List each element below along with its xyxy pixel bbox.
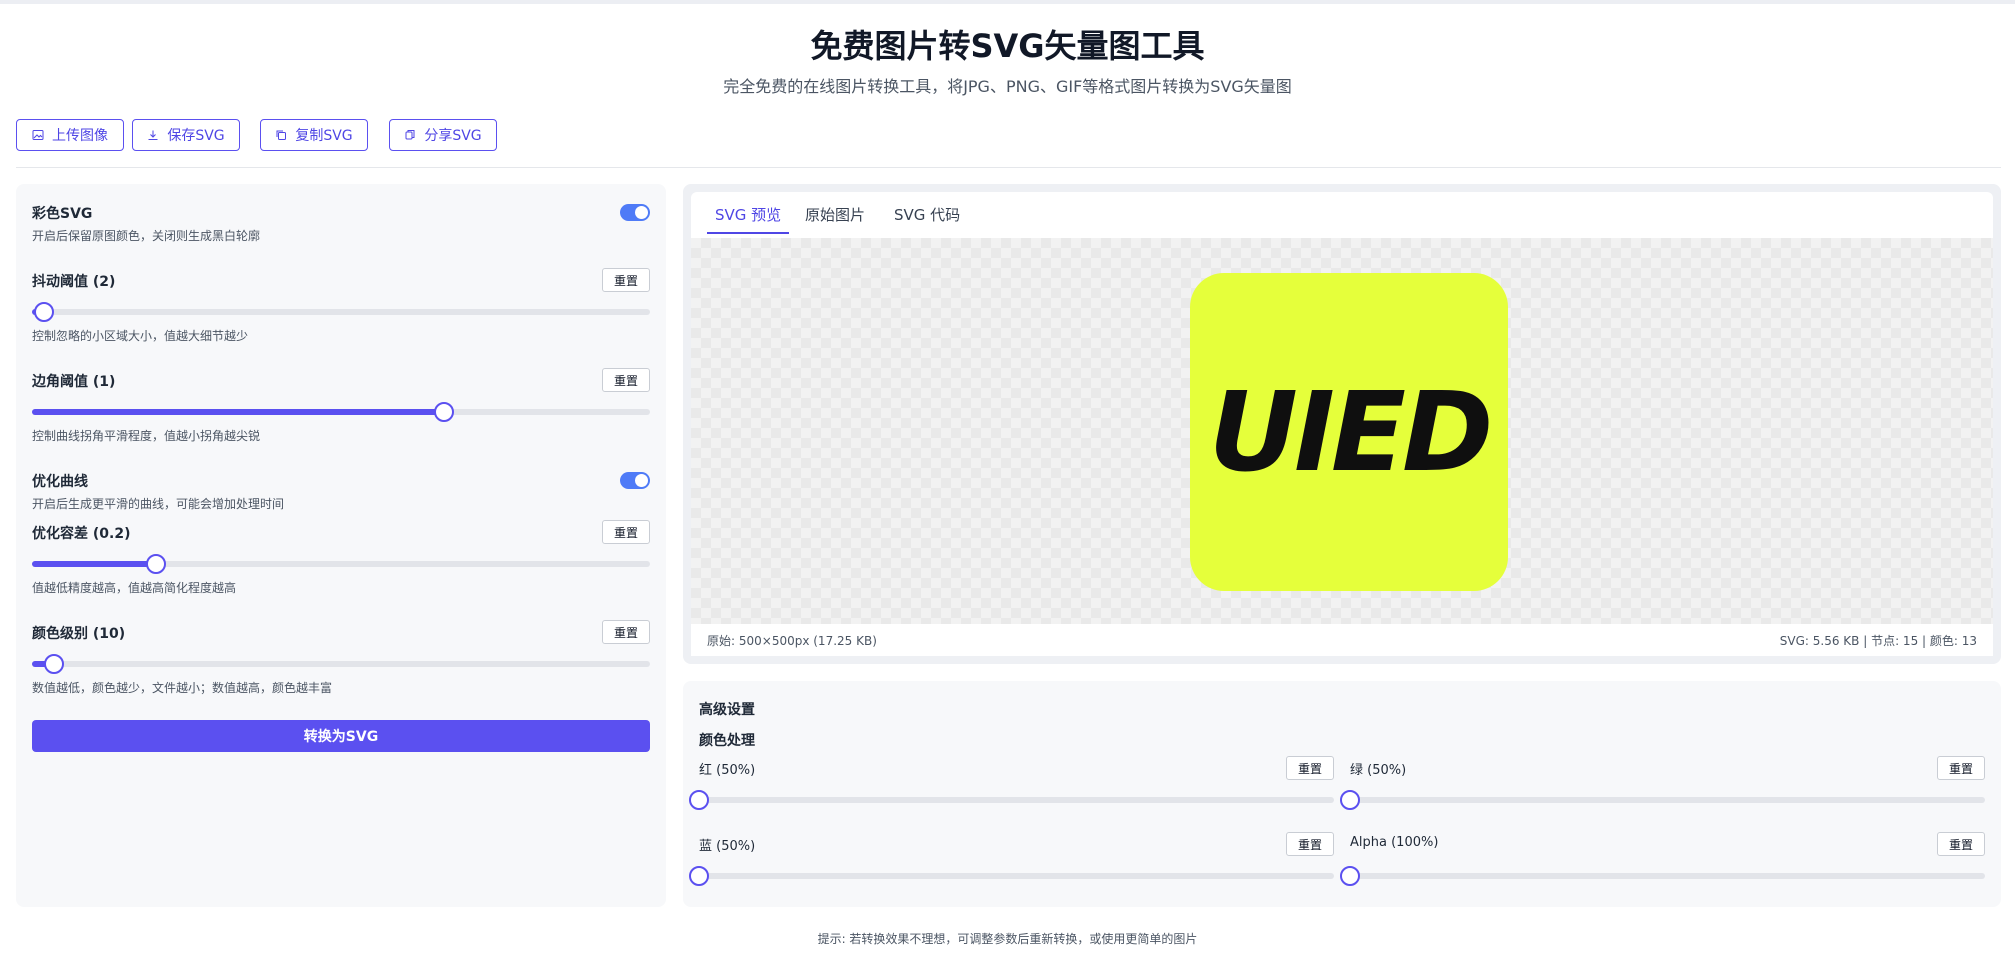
- upload-image-label: 上传图像: [52, 128, 108, 144]
- preview-tabs: SVG 预览 原始图片 SVG 代码: [691, 192, 1993, 238]
- tolerance-reset-button[interactable]: 重置: [602, 520, 650, 544]
- corner-threshold-label: 边角阈值 (1): [32, 374, 116, 390]
- slider-thumb[interactable]: [1340, 866, 1360, 886]
- alpha-label: Alpha (100%): [1350, 835, 1439, 850]
- color-processing-title: 颜色处理: [699, 733, 755, 749]
- tab-original-image[interactable]: 原始图片: [805, 204, 865, 234]
- download-icon: [148, 130, 158, 140]
- green-slider[interactable]: [1340, 790, 1985, 810]
- alpha-reset-button[interactable]: 重置: [1937, 832, 1985, 856]
- optimize-curve-label: 优化曲线: [32, 474, 88, 490]
- copy-svg-label: 复制SVG: [295, 128, 353, 144]
- jitter-threshold-slider[interactable]: [32, 302, 650, 322]
- tab-svg-preview[interactable]: SVG 预览: [707, 204, 790, 234]
- original-info: 原始: 500×500px (17.25 KB): [707, 634, 877, 648]
- jitter-threshold-label: 抖动阈值 (2): [32, 274, 116, 290]
- svg-info: SVG: 5.56 KB | 节点: 15 | 颜色: 13: [1779, 634, 1977, 648]
- slider-fill: [32, 409, 445, 415]
- optimize-curve-desc: 开启后生成更平滑的曲线，可能会增加处理时间: [32, 497, 285, 511]
- slider-thumb[interactable]: [689, 866, 709, 886]
- settings-panel: 彩色SVG 开启后保留原图颜色，关闭则生成黑白轮廓 抖动阈值 (2) 重置 控制…: [16, 184, 666, 907]
- slider-thumb[interactable]: [689, 790, 709, 810]
- color-svg-desc: 开启后保留原图颜色，关闭则生成黑白轮廓: [32, 229, 261, 243]
- page-subtitle: 完全免费的在线图片转换工具，将JPG、PNG、GIF等格式图片转换为SVG矢量图: [723, 77, 1292, 96]
- corner-threshold-desc: 控制曲线拐角平滑程度，值越小拐角越尖锐: [32, 429, 261, 443]
- toolbar-divider: [16, 167, 2001, 168]
- tolerance-desc: 值越低精度越高，值越高简化程度越高: [32, 581, 237, 595]
- color-svg-toggle[interactable]: [620, 204, 650, 221]
- page-title: 免费图片转SVG矢量图工具: [810, 27, 1205, 65]
- preview-panel: SVG 预览 原始图片 SVG 代码 UIED 原始: 500×500px (1…: [683, 184, 2001, 664]
- advanced-settings-title: 高级设置: [699, 702, 755, 718]
- blue-reset-button[interactable]: 重置: [1286, 832, 1334, 856]
- optimize-curve-toggle[interactable]: [620, 472, 650, 489]
- save-svg-label: 保存SVG: [167, 128, 225, 144]
- slider-thumb[interactable]: [1340, 790, 1360, 810]
- advanced-settings-panel: 高级设置 颜色处理 红 (50%) 重置 绿 (50%) 重置 蓝 (50%) …: [683, 681, 2001, 907]
- share-icon: [405, 130, 415, 140]
- red-reset-button[interactable]: 重置: [1286, 756, 1334, 780]
- slider-thumb[interactable]: [434, 402, 455, 422]
- upload-image-button[interactable]: 上传图像: [16, 119, 124, 151]
- preview-status-bar: 原始: 500×500px (17.25 KB) SVG: 5.56 KB | …: [691, 624, 1993, 656]
- color-levels-desc: 数值越低，颜色越少，文件越小；数值越高，颜色越丰富: [32, 681, 333, 695]
- red-slider[interactable]: [689, 790, 1334, 810]
- slider-thumb[interactable]: [145, 554, 166, 574]
- copy-svg-button[interactable]: 复制SVG: [260, 119, 368, 151]
- save-svg-button[interactable]: 保存SVG: [132, 119, 240, 151]
- tolerance-slider[interactable]: [32, 554, 650, 574]
- color-levels-reset-button[interactable]: 重置: [602, 620, 650, 644]
- svg-preview-canvas: UIED: [691, 238, 1993, 624]
- slider-thumb[interactable]: [43, 654, 64, 674]
- alpha-slider[interactable]: [1340, 866, 1985, 886]
- corner-threshold-slider[interactable]: [32, 402, 650, 422]
- color-levels-label: 颜色级别 (10): [32, 626, 126, 642]
- top-border: [0, 0, 2015, 4]
- color-levels-slider[interactable]: [32, 654, 650, 674]
- green-reset-button[interactable]: 重置: [1937, 756, 1985, 780]
- svg-preview-image: UIED: [1190, 273, 1508, 591]
- green-label: 绿 (50%): [1350, 763, 1407, 778]
- color-svg-label: 彩色SVG: [32, 206, 93, 222]
- jitter-threshold-desc: 控制忽略的小区域大小，值越大细节越少: [32, 329, 249, 343]
- logo-text: UIED: [1208, 368, 1494, 496]
- blue-slider[interactable]: [689, 866, 1334, 886]
- red-label: 红 (50%): [699, 763, 756, 778]
- tab-svg-code[interactable]: SVG 代码: [894, 204, 960, 234]
- image-icon: [32, 130, 44, 140]
- hint-text: 提示: 若转换效果不理想，可调整参数后重新转换，或使用更简单的图片: [817, 932, 1198, 946]
- slider-fill: [32, 561, 156, 567]
- share-svg-label: 分享SVG: [424, 128, 482, 144]
- corner-reset-button[interactable]: 重置: [602, 368, 650, 392]
- page-header: 免费图片转SVG矢量图工具 完全免费的在线图片转换工具，将JPG、PNG、GIF…: [0, 24, 2015, 98]
- convert-to-svg-button[interactable]: 转换为SVG: [32, 720, 650, 752]
- slider-thumb[interactable]: [34, 302, 55, 322]
- copy-icon: [276, 130, 287, 140]
- jitter-reset-button[interactable]: 重置: [602, 268, 650, 292]
- share-svg-button[interactable]: 分享SVG: [389, 119, 497, 151]
- tolerance-label: 优化容差 (0.2): [32, 526, 131, 542]
- blue-label: 蓝 (50%): [699, 839, 756, 854]
